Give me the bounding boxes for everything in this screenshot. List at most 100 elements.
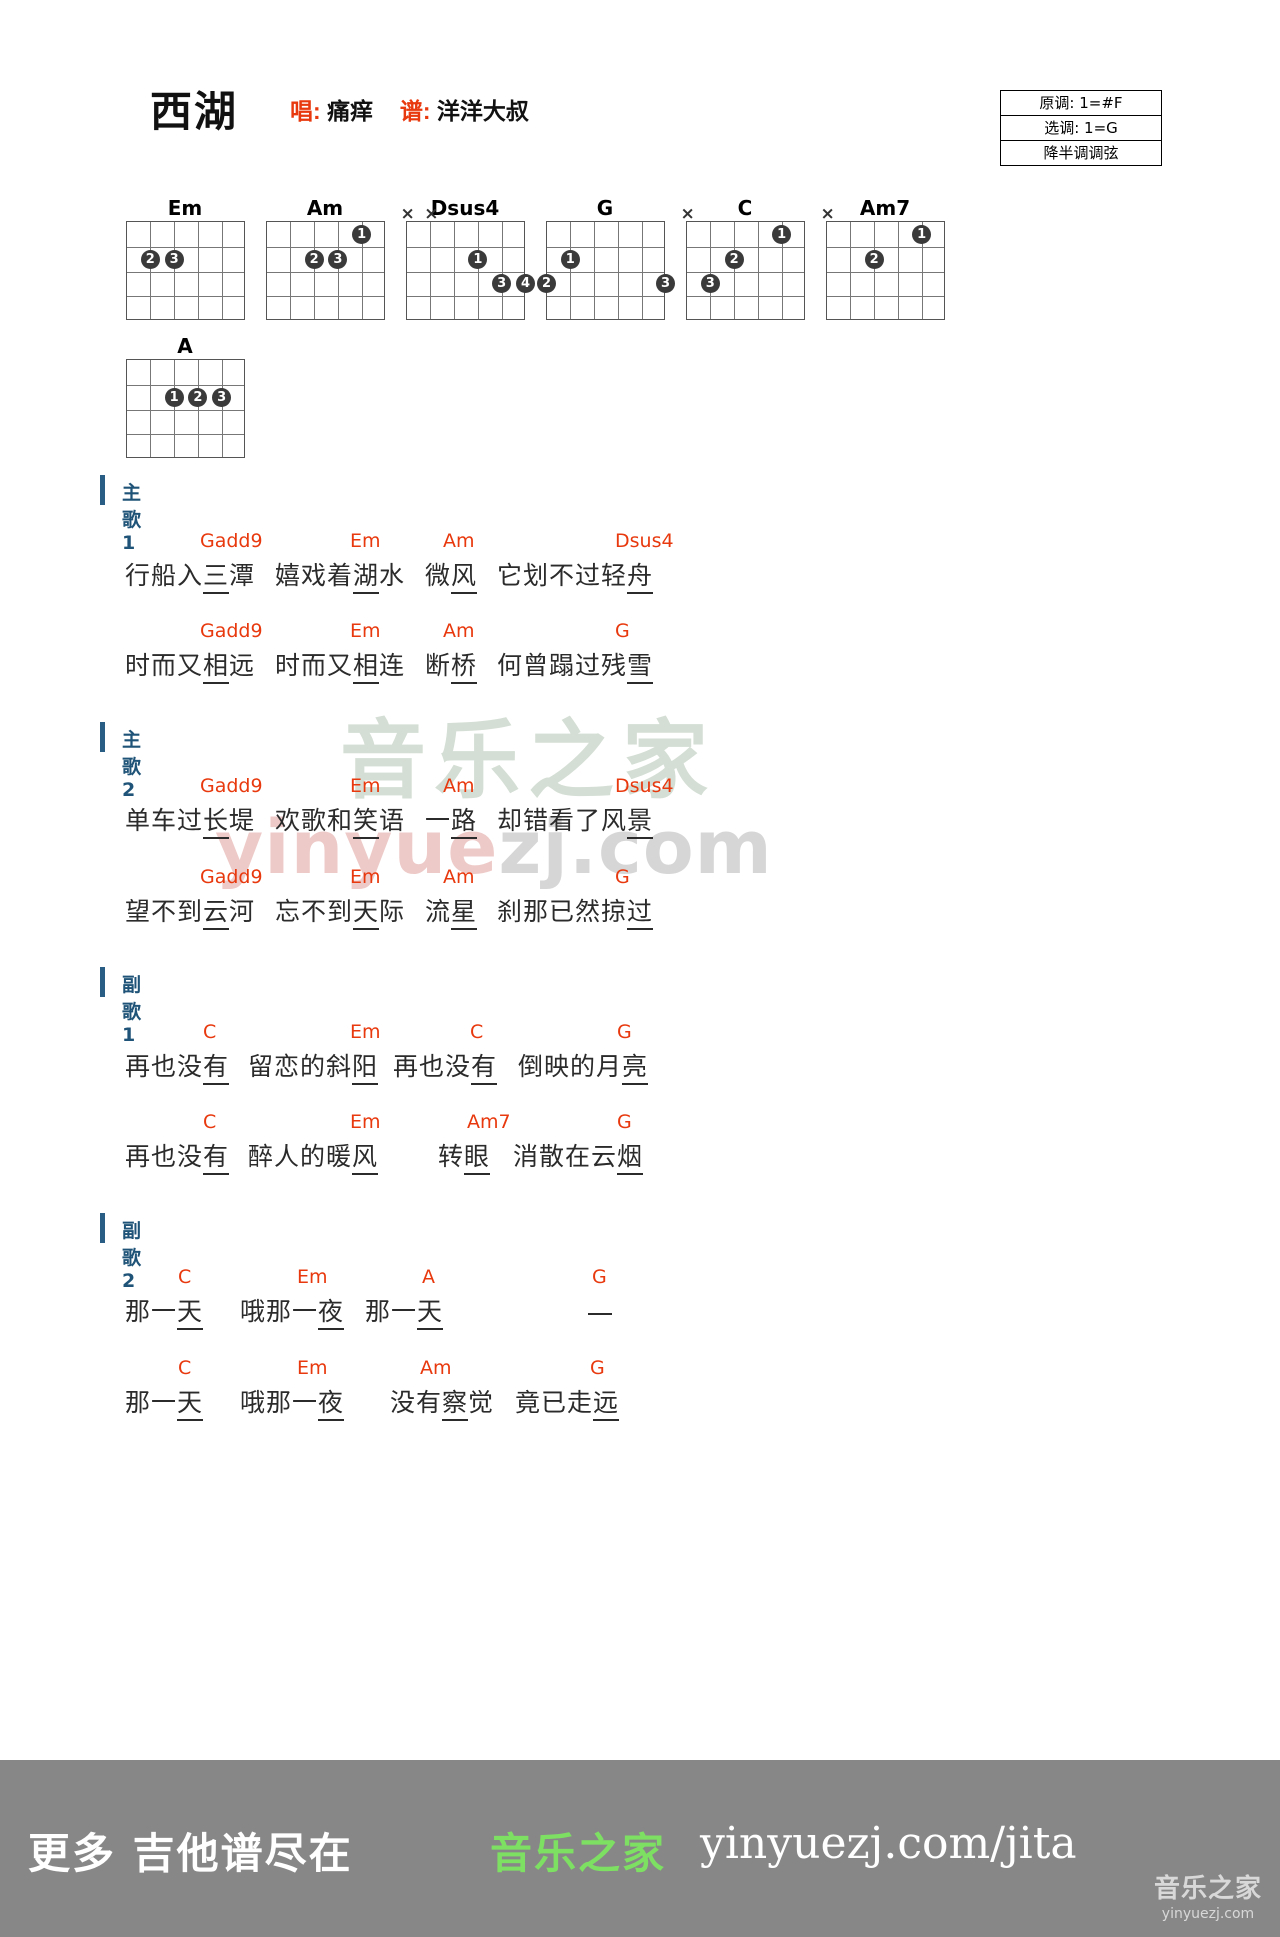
fret-line (126, 384, 244, 386)
chord-label: Dsus4 (615, 530, 674, 552)
lyric-line: Gadd9 Em Am Dsus4 行船入三潭 嬉戏着湖水 微风 它划不过轻舟 (0, 530, 1280, 602)
string-line (221, 360, 223, 457)
fret-line (126, 296, 244, 298)
chord-label: Em (297, 1266, 328, 1288)
finger-dot: 2 (537, 274, 556, 294)
fret-line (406, 246, 524, 248)
finger-dot: 1 (560, 249, 580, 269)
chord-name: G (596, 196, 614, 220)
chord-label: Am7 (467, 1111, 511, 1133)
lyric-text: 刹那已然掠过 (497, 892, 654, 930)
string-line (617, 222, 619, 319)
string-line (290, 222, 292, 319)
mute-string-icon: × (820, 204, 835, 224)
lyric-text: 望不到云河 (125, 892, 255, 930)
chord-label: C (203, 1021, 217, 1043)
finger-dot: 3 (700, 274, 720, 294)
chord-diagram-am: Am 1 2 3 (265, 195, 385, 320)
string-line (197, 360, 199, 457)
fret-line (546, 296, 664, 298)
finger-dot: 1 (164, 387, 184, 407)
section-accent-bar (100, 1213, 105, 1243)
chord-label: G (617, 1111, 632, 1133)
string-line (314, 222, 316, 319)
lyric-text: 转眼 (438, 1137, 491, 1175)
lyric-text: 却错看了风景 (497, 801, 654, 839)
chord-label: Gadd9 (200, 530, 263, 552)
mute-string-icon: × (424, 204, 439, 224)
string-line (197, 222, 199, 319)
finger-dot: 1 (352, 224, 372, 244)
chord-label: G (592, 1266, 607, 1288)
fret-line (266, 296, 384, 298)
lyric-text: 行船入三潭 (125, 556, 255, 594)
fret-line (126, 271, 244, 273)
section-accent-bar (100, 475, 105, 505)
chord-label: C (178, 1266, 192, 1288)
footer-url[interactable]: yinyuezj.com/jita (700, 1818, 1077, 1869)
chord-label: Am (443, 530, 475, 552)
finger-dot: 2 (304, 249, 324, 269)
fret-line (826, 246, 944, 248)
footer-promo-text: 更多 吉他谱尽在 (28, 1829, 353, 1878)
chord-diagram-am7: Am7 1 2 × (821, 195, 945, 320)
fret-line (406, 271, 524, 273)
finger-dot: 1 (772, 224, 792, 244)
lyric-text: 时而又相连 (275, 646, 405, 684)
string-line (174, 222, 176, 319)
chord-sheet-page: 西湖 唱: 痛痒 谱: 洋洋大叔 原调: 1=#F 选调: 1=G 降半调调弦 … (0, 0, 1280, 1760)
lyric-text: 哦那一夜 (240, 1292, 345, 1330)
mute-string-icon: × (400, 204, 415, 224)
lyric-text: 没有察觉 (390, 1383, 494, 1421)
chord-label: C (178, 1357, 192, 1379)
fret-line (546, 246, 664, 248)
lyric-text: 嬉戏着湖水 (275, 556, 405, 594)
lyric-text: 哦那一夜 (240, 1383, 345, 1421)
chord-name: Am7 (859, 196, 911, 220)
fret-line (686, 271, 804, 273)
selected-key: 选调: 1=G (1001, 116, 1161, 141)
chord-label: Am (443, 775, 475, 797)
string-line (570, 222, 572, 319)
lyric-line: C Em A G 那一天 哦那一夜 那一天 (0, 1266, 1280, 1338)
finger-dot: 2 (724, 249, 744, 269)
lyric-text: 留恋的斜阳 (248, 1047, 379, 1085)
lyric-line: Gadd9 Em Am G 望不到云河 忘不到天际 流星 刹那已然掠过 (0, 866, 1280, 938)
credits: 唱: 痛痒 谱: 洋洋大叔 (290, 92, 529, 126)
chord-diagram-dsus4: Dsus4 1 3 4 × × (401, 195, 535, 320)
footer-logo-cn: 音乐之家 (1153, 1874, 1262, 1904)
chord-label: Em (297, 1357, 328, 1379)
finger-dot: 2 (188, 387, 208, 407)
string-line (477, 222, 479, 319)
lyric-line: Gadd9 Em Am G 时而又相远 时而又相连 断桥 何曾蹋过残雪 (0, 620, 1280, 692)
chord-label: G (615, 866, 630, 888)
string-line (501, 222, 503, 319)
chord-label: Gadd9 (200, 775, 263, 797)
lyric-text: 再也没有 (125, 1137, 230, 1175)
string-line (641, 222, 643, 319)
lyric-text: 醉人的暖风 (248, 1137, 379, 1175)
string-line (734, 222, 736, 319)
string-line (221, 222, 223, 319)
chord-diagram-g: G 12 3 (537, 195, 675, 320)
string-line (897, 222, 899, 319)
footer-brand: 音乐之家 (490, 1829, 667, 1878)
fretboard-grid: 1 2 3 × (681, 206, 805, 320)
lyric-line: C Em Am G 那一天 哦那一夜 没有察觉 竟已走远 (0, 1357, 1280, 1429)
mute-string-icon: × (680, 204, 695, 224)
finger-dot: 1 (468, 249, 488, 269)
lyric-text: 那一天 (365, 1292, 444, 1330)
string-line (150, 360, 152, 457)
lyric-text: 断桥 (425, 646, 478, 684)
fretboard-grid: 23 (125, 221, 245, 320)
footer-logo: 音乐之家 yinyuezj.com (1154, 1868, 1262, 1922)
chord-label: Gadd9 (200, 620, 263, 642)
sheet-header: 西湖 唱: 痛痒 谱: 洋洋大叔 原调: 1=#F 选调: 1=G 降半调调弦 (0, 0, 1280, 180)
fret-line (686, 296, 804, 298)
lyric-line: C Em C G 再也没有 留恋的斜阳 再也没有 倒映的月亮 (0, 1021, 1280, 1093)
fretboard-grid: 1 2 × (821, 206, 945, 320)
fret-line (546, 271, 664, 273)
chord-label: Am (420, 1357, 452, 1379)
chord-name: Am (306, 196, 344, 220)
string-line (594, 222, 596, 319)
